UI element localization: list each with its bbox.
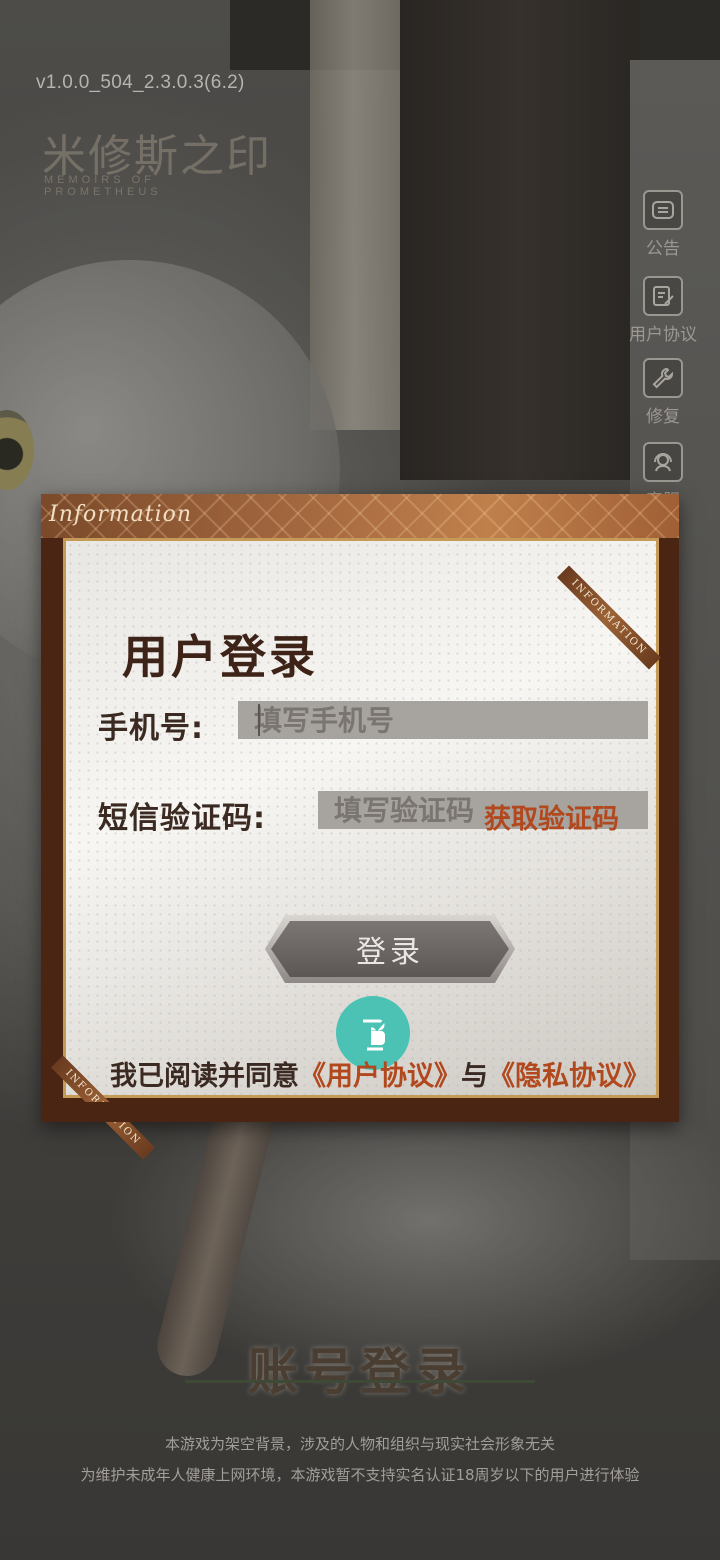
login-title: 用户登录: [122, 630, 318, 684]
side-menu-label: 用户协议: [629, 325, 697, 345]
agreement-prefix: 我已阅读并同意: [110, 1061, 299, 1092]
account-login-tab[interactable]: 账号登录: [185, 1332, 535, 1412]
account-login-title: 账号登录: [248, 1342, 472, 1401]
login-button[interactable]: 登录: [271, 921, 509, 977]
corner-ribbon: INFORMATION: [557, 565, 661, 670]
user-agreement-icon: [643, 276, 683, 316]
user-agreement-link[interactable]: 《用户协议》: [299, 1061, 461, 1092]
side-menu-user-agreement[interactable]: 用户协议: [618, 276, 708, 345]
side-menu-announcement[interactable]: 公告: [618, 190, 708, 259]
agreement-conjunction: 与: [461, 1061, 488, 1092]
agreement-text: 我已阅读并同意《用户协议》与《隐私协议》: [110, 1061, 670, 1093]
game-logo: 米修斯之印 MEMOIRS OF PROMETHEUS: [42, 120, 272, 198]
get-code-button[interactable]: 获取验证码: [484, 797, 619, 836]
disclaimer-line-2: 为维护未成年人健康上网环境，本游戏暂不支持实名认证18周岁以下的用户进行体验: [80, 1466, 640, 1484]
disclaimer-line-1: 本游戏为架空背景，涉及的人物和组织与现实社会形象无关: [164, 1435, 555, 1453]
phone-input[interactable]: [238, 701, 648, 739]
announcement-icon: [643, 190, 683, 230]
wrench-icon: [643, 358, 683, 398]
side-menu-repair[interactable]: 修复: [618, 358, 708, 427]
side-menu-label: 修复: [646, 407, 680, 427]
side-menu-label: 公告: [646, 239, 680, 259]
text-caret: [258, 704, 260, 736]
login-dialog: Information INFORMATION INFORMATION 用户登录…: [41, 494, 679, 1160]
game-logo-en: MEMOIRS OF PROMETHEUS: [44, 174, 162, 198]
dialog-header-title: Information: [49, 502, 193, 527]
agree-checkbox-icon[interactable]: [336, 996, 410, 1070]
code-label: 短信验证码:: [98, 801, 266, 836]
version-label: v1.0.0_504_2.3.0.3(6.2): [36, 72, 245, 93]
customer-service-icon: [643, 442, 683, 482]
decorative-vine: [185, 1380, 535, 1383]
dialog-bottom-strip: [41, 1102, 679, 1122]
phone-label: 手机号:: [98, 711, 204, 746]
dialog-panel: INFORMATION INFORMATION 用户登录 手机号: 短信验证码:…: [51, 538, 661, 1160]
privacy-agreement-link[interactable]: 《隐私协议》: [488, 1061, 650, 1092]
